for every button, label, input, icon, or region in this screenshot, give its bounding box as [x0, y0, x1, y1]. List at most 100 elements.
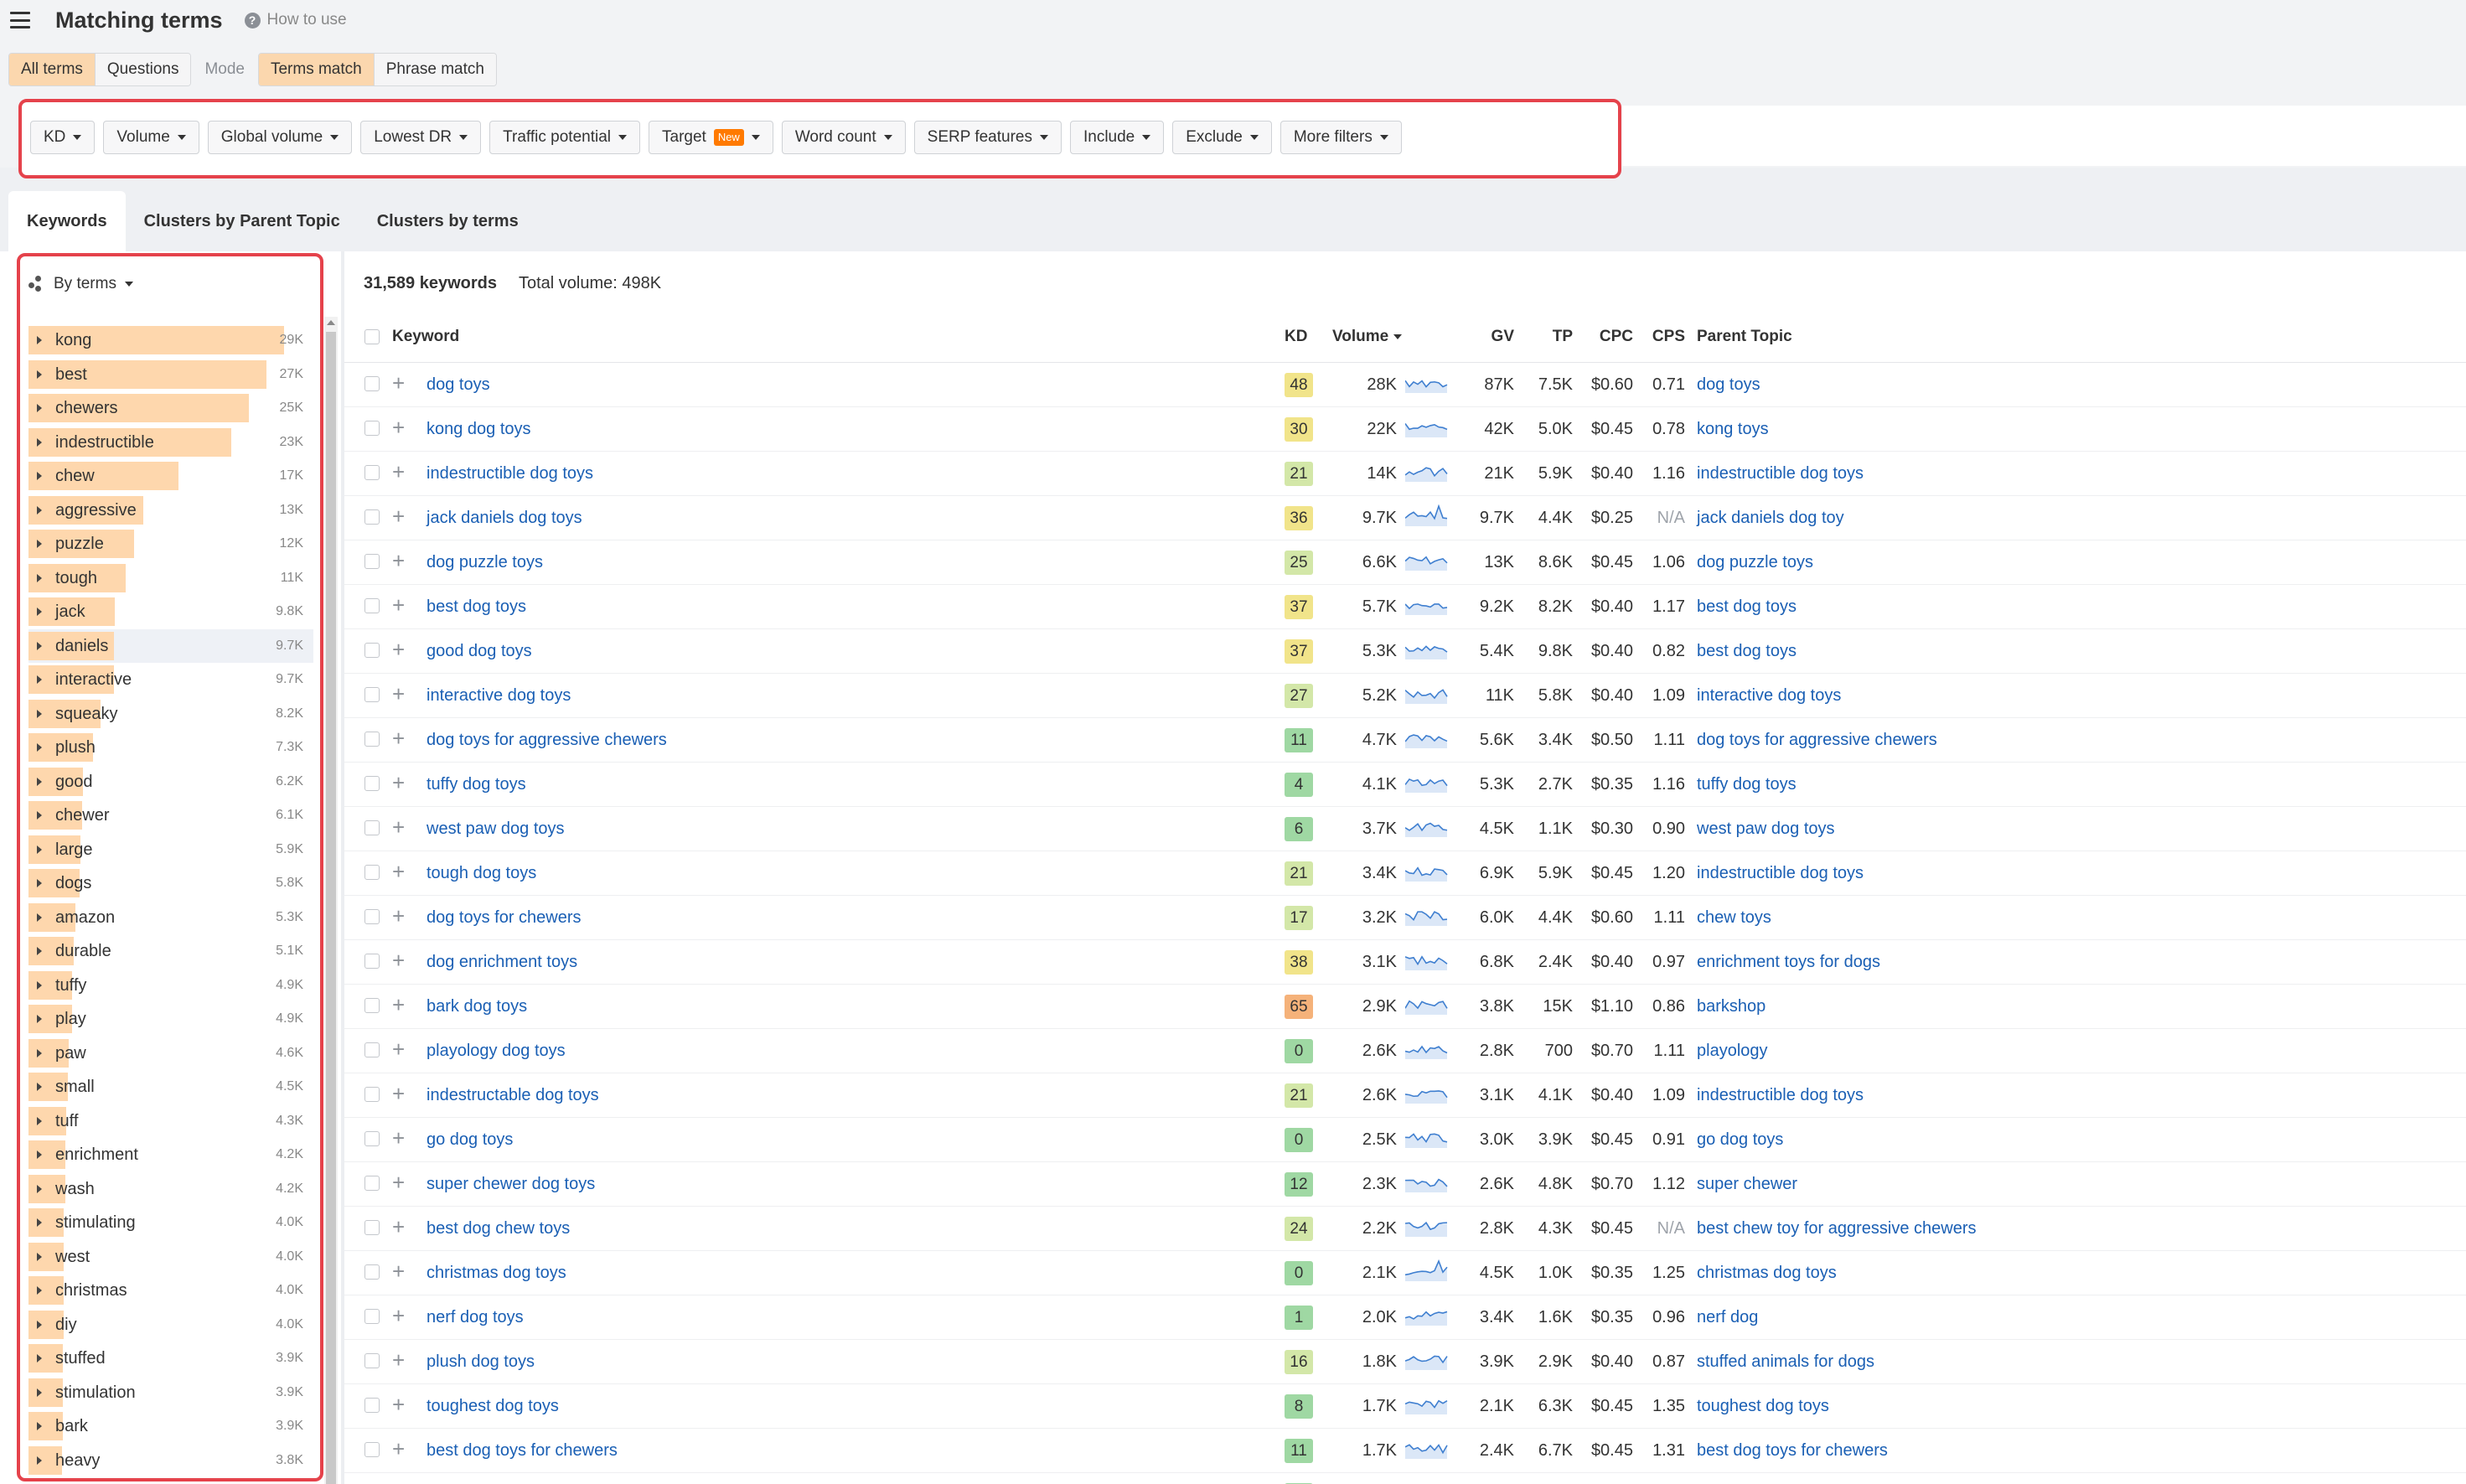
plus-icon[interactable]: +: [392, 903, 405, 928]
keyword-link[interactable]: dog toys: [427, 363, 490, 406]
term-item[interactable]: kong 29K: [28, 323, 313, 358]
term-item[interactable]: durable 5.1K: [28, 934, 313, 969]
parent-topic-link[interactable]: best chew toy for aggressive chewers: [1697, 1207, 1977, 1250]
row-checkbox[interactable]: [364, 909, 380, 924]
filter-global-volume-button[interactable]: Global volume: [207, 121, 353, 154]
plus-icon[interactable]: +: [392, 548, 405, 573]
keyword-link[interactable]: go dog toys: [427, 1118, 513, 1161]
filter-include-button[interactable]: Include: [1069, 121, 1165, 154]
term-item[interactable]: daniels 9.7K: [28, 628, 313, 663]
row-checkbox[interactable]: [364, 1042, 380, 1057]
keyword-link[interactable]: good dog toys: [427, 629, 532, 673]
expand-triangle-icon[interactable]: [37, 1083, 42, 1091]
term-item[interactable]: stuffed 3.9K: [28, 1342, 313, 1376]
keyword-link[interactable]: squeaky dog toys: [427, 1473, 557, 1484]
term-item[interactable]: tuff 4.3K: [28, 1104, 313, 1139]
scroll-up-icon[interactable]: [327, 320, 335, 325]
expand-triangle-icon[interactable]: [37, 370, 42, 379]
plus-icon[interactable]: +: [392, 1303, 405, 1328]
expand-triangle-icon[interactable]: [37, 1286, 42, 1295]
keyword-link[interactable]: christmas dog toys: [427, 1251, 566, 1295]
expand-triangle-icon[interactable]: [37, 1388, 42, 1397]
row-checkbox[interactable]: [364, 1353, 380, 1368]
expand-triangle-icon[interactable]: [37, 1320, 42, 1329]
filter-lowest-dr-button[interactable]: Lowest DR: [360, 121, 482, 154]
row-checkbox[interactable]: [364, 687, 380, 702]
col-cps[interactable]: CPS: [1641, 320, 1685, 354]
row-checkbox[interactable]: [364, 643, 380, 658]
plus-icon[interactable]: +: [392, 1170, 405, 1195]
filter-target-button[interactable]: Target New: [649, 121, 773, 154]
keyword-link[interactable]: indestructible dog toys: [427, 452, 593, 495]
plus-icon[interactable]: +: [392, 814, 405, 840]
expand-triangle-icon[interactable]: [37, 980, 42, 990]
parent-topic-link[interactable]: best dog toys: [1697, 585, 1797, 628]
term-item[interactable]: amazon 5.3K: [28, 901, 313, 935]
filter-exclude-button[interactable]: Exclude: [1172, 121, 1272, 154]
plus-icon[interactable]: +: [392, 1259, 405, 1284]
all-terms-button[interactable]: All terms: [9, 54, 95, 85]
keyword-link[interactable]: dog toys for chewers: [427, 896, 582, 939]
row-checkbox[interactable]: [364, 954, 380, 969]
parent-topic-link[interactable]: dog toys for aggressive chewers: [1697, 718, 1937, 762]
row-checkbox[interactable]: [364, 1176, 380, 1191]
row-checkbox[interactable]: [364, 554, 380, 569]
plus-icon[interactable]: +: [392, 1125, 405, 1150]
keyword-link[interactable]: interactive dog toys: [427, 674, 571, 717]
terms-scrollbar-thumb[interactable]: [326, 332, 336, 1484]
expand-triangle-icon[interactable]: [37, 641, 42, 650]
tab-clusters-by-parent-topic[interactable]: Clusters by Parent Topic: [126, 191, 359, 251]
keyword-link[interactable]: playology dog toys: [427, 1029, 566, 1073]
keyword-link[interactable]: nerf dog toys: [427, 1295, 524, 1339]
parent-topic-link[interactable]: toughest dog toys: [1697, 1384, 1829, 1428]
term-item[interactable]: chewer 6.1K: [28, 799, 313, 833]
filter-serp-features-button[interactable]: SERP features: [913, 121, 1062, 154]
col-parent-topic[interactable]: Parent Topic: [1697, 320, 1792, 354]
term-item[interactable]: play 4.9K: [28, 1002, 313, 1037]
parent-topic-link[interactable]: christmas dog toys: [1697, 1251, 1837, 1295]
keyword-link[interactable]: best dog toys for chewers: [427, 1429, 618, 1472]
keyword-link[interactable]: tough dog toys: [427, 851, 536, 895]
plus-icon[interactable]: +: [392, 948, 405, 973]
expand-triangle-icon[interactable]: [37, 608, 42, 616]
row-checkbox[interactable]: [364, 820, 380, 835]
plus-icon[interactable]: +: [392, 1392, 405, 1417]
term-item[interactable]: stimulation 3.9K: [28, 1376, 313, 1410]
expand-triangle-icon[interactable]: [37, 947, 42, 955]
plus-icon[interactable]: +: [392, 1436, 405, 1461]
term-item[interactable]: jack 9.8K: [28, 595, 313, 629]
expand-triangle-icon[interactable]: [37, 1422, 42, 1430]
expand-triangle-icon[interactable]: [37, 437, 42, 447]
plus-icon[interactable]: +: [392, 1481, 405, 1484]
parent-topic-link[interactable]: super chewer: [1697, 1162, 1797, 1206]
term-item[interactable]: christmas 4.0K: [28, 1274, 313, 1308]
keyword-link[interactable]: best dog toys: [427, 585, 526, 628]
expand-triangle-icon[interactable]: [37, 1456, 42, 1465]
col-kd[interactable]: KD: [1285, 320, 1307, 354]
plus-icon[interactable]: +: [392, 459, 405, 484]
tab-keywords[interactable]: Keywords: [8, 191, 126, 251]
plus-icon[interactable]: +: [392, 1081, 405, 1106]
term-item[interactable]: best 27K: [28, 358, 313, 392]
term-item[interactable]: enrichment 4.2K: [28, 1138, 313, 1172]
expand-triangle-icon[interactable]: [37, 913, 42, 922]
keyword-link[interactable]: best dog chew toys: [427, 1207, 570, 1250]
term-item[interactable]: plush 7.3K: [28, 731, 313, 765]
expand-triangle-icon[interactable]: [37, 1218, 42, 1227]
expand-triangle-icon[interactable]: [37, 573, 42, 582]
select-all-checkbox[interactable]: [364, 329, 380, 344]
term-item[interactable]: good 6.2K: [28, 765, 313, 799]
row-checkbox[interactable]: [364, 1442, 380, 1457]
expand-triangle-icon[interactable]: [37, 709, 42, 718]
plus-icon[interactable]: +: [392, 592, 405, 618]
expand-triangle-icon[interactable]: [37, 472, 42, 480]
keyword-link[interactable]: toughest dog toys: [427, 1384, 559, 1428]
row-checkbox[interactable]: [364, 509, 380, 525]
tab-clusters-by-terms[interactable]: Clusters by terms: [359, 191, 537, 251]
questions-button[interactable]: Questions: [94, 54, 191, 85]
parent-topic-link[interactable]: indestructible dog toys: [1697, 1073, 1864, 1117]
term-item[interactable]: bark 3.9K: [28, 1409, 313, 1444]
parent-topic-link[interactable]: jack daniels dog toy: [1697, 496, 1844, 540]
parent-topic-link[interactable]: best dog toys for chewers: [1697, 1429, 1888, 1472]
parent-topic-link[interactable]: dog toys: [1697, 363, 1760, 406]
